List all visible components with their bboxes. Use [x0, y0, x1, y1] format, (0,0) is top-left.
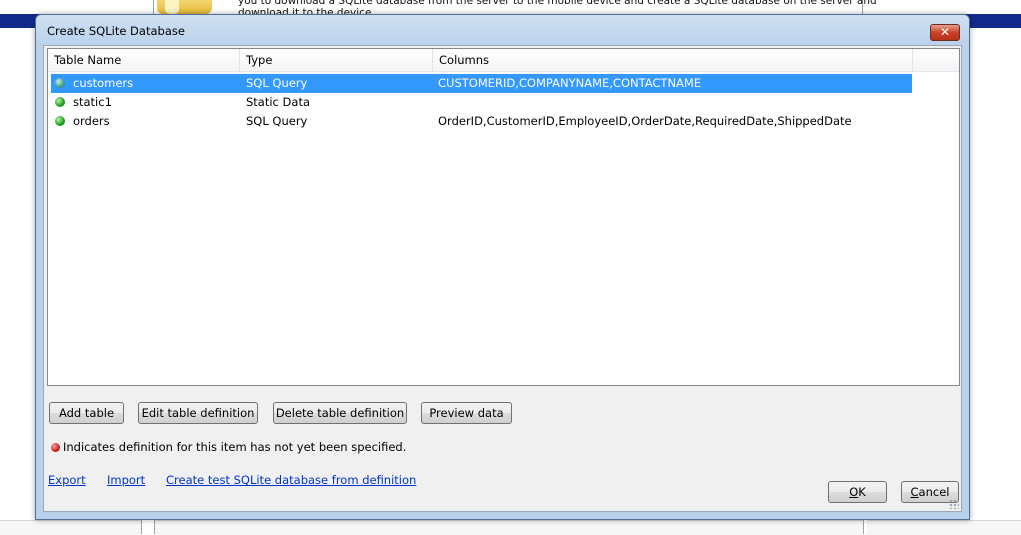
background-scroll-edge [141, 518, 155, 534]
column-header-columns[interactable]: Columns [433, 49, 913, 71]
type-cell: SQL Query [246, 76, 308, 90]
columns-cell: CUSTOMERID,COMPANYNAME,CONTACTNAME [438, 76, 702, 90]
column-header-type[interactable]: Type [240, 49, 433, 71]
cancel-button-label: ancel [918, 485, 950, 499]
create-test-database-link[interactable]: Create test SQLite database from definit… [166, 473, 416, 487]
preview-data-button[interactable]: Preview data [421, 402, 512, 424]
dialog-titlebar[interactable]: Create SQLite Database ✕ [36, 15, 969, 47]
delete-table-definition-button[interactable]: Delete table definition [273, 402, 407, 424]
table-name-cell: customers [73, 76, 134, 90]
tables-list-view[interactable]: Table Name Type Columns customers SQL Qu… [47, 48, 960, 386]
table-row-customers[interactable]: customers SQL Query CUSTOMERID,COMPANYNA… [51, 74, 912, 93]
ok-button[interactable]: OK [828, 481, 887, 503]
type-cell: Static Data [246, 95, 310, 109]
create-sqlite-database-dialog: Create SQLite Database ✕ Table Name Type… [35, 14, 970, 520]
list-header: Table Name Type Columns [48, 49, 959, 72]
resize-grip-icon[interactable] [949, 499, 959, 509]
status-dot-icon [55, 97, 65, 107]
close-icon: ✕ [939, 25, 951, 39]
red-dot-icon [51, 443, 60, 452]
type-cell: SQL Query [246, 114, 308, 128]
table-row-static1[interactable]: static1 Static Data [51, 93, 912, 112]
background-panel-edge [863, 518, 867, 534]
edit-table-definition-button[interactable]: Edit table definition [138, 402, 258, 424]
legend-note: Indicates definition for this item has n… [51, 440, 406, 454]
status-dot-icon [55, 78, 65, 88]
add-table-button[interactable]: Add table [49, 402, 124, 424]
dialog-title: Create SQLite Database [47, 24, 185, 38]
table-row-orders[interactable]: orders SQL Query OrderID,CustomerID,Empl… [51, 112, 912, 131]
import-link[interactable]: Import [107, 473, 145, 487]
database-icon [157, 0, 212, 14]
table-name-cell: static1 [73, 95, 112, 109]
ok-button-label: K [858, 485, 866, 499]
columns-cell: OrderID,CustomerID,EmployeeID,OrderDate,… [438, 114, 852, 128]
export-link[interactable]: Export [48, 473, 86, 487]
close-button[interactable]: ✕ [930, 24, 960, 41]
dialog-client-area: Table Name Type Columns customers SQL Qu… [43, 45, 962, 512]
cancel-button-mnemonic: C [910, 485, 919, 499]
legend-text: Indicates definition for this item has n… [63, 440, 407, 454]
ok-button-mnemonic: O [849, 485, 859, 499]
table-name-cell: orders [73, 114, 110, 128]
status-dot-icon [55, 116, 65, 126]
column-header-table-name[interactable]: Table Name [48, 49, 240, 71]
